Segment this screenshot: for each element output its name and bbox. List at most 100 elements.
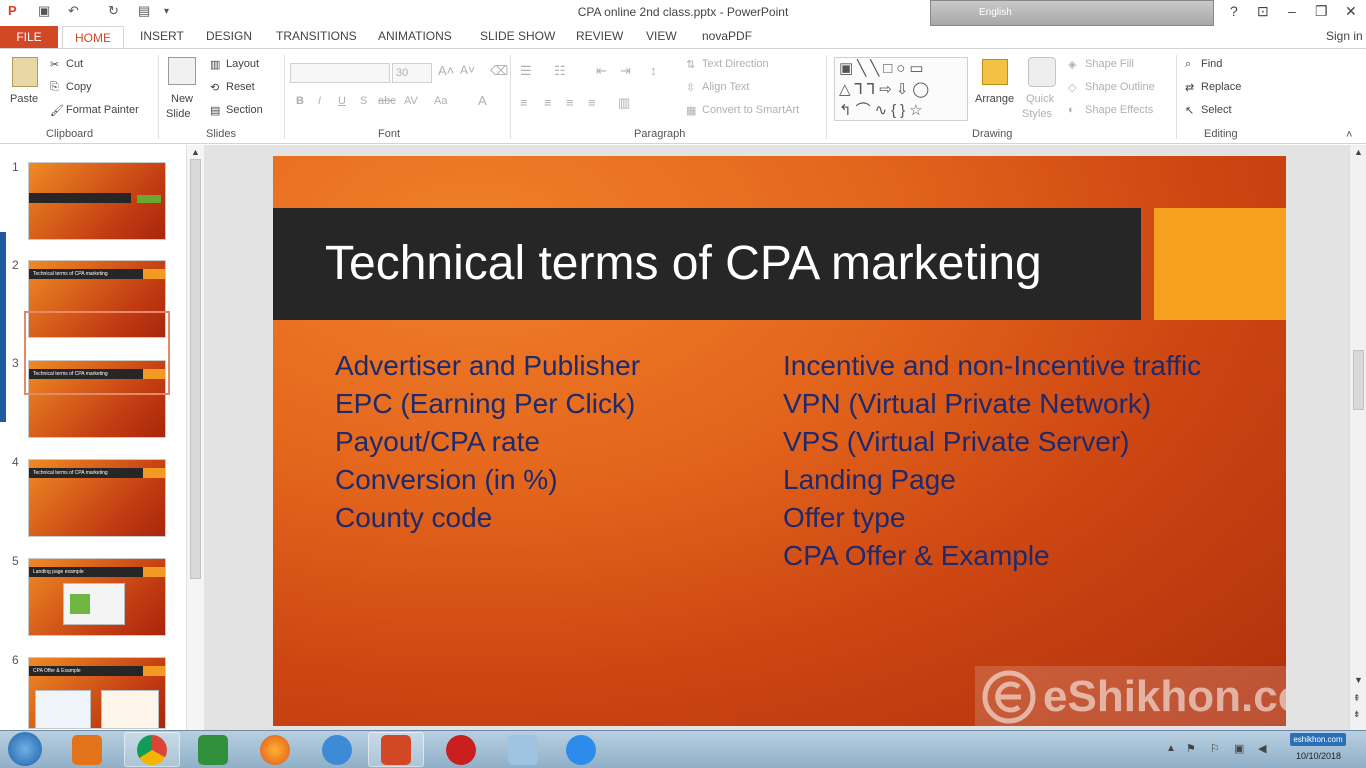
shrink-font-icon[interactable]: A˅: [460, 63, 475, 77]
justify-icon[interactable]: ≡: [588, 95, 596, 110]
increase-indent-icon[interactable]: ⇥: [620, 63, 631, 79]
slide-title[interactable]: Technical terms of CPA marketing: [325, 236, 1042, 291]
copy-button[interactable]: Copy: [66, 81, 92, 93]
restore-icon[interactable]: ❐: [1315, 3, 1328, 20]
taskbar-date[interactable]: 10/10/2018: [1296, 751, 1341, 761]
scrollbar-thumb[interactable]: [1353, 350, 1364, 410]
bullet-left-3[interactable]: Payout/CPA rate: [335, 426, 540, 458]
new-slide-label-1[interactable]: New: [171, 93, 193, 105]
align-text-icon[interactable]: ⇳: [686, 81, 695, 94]
smartart-icon[interactable]: ▦: [686, 104, 696, 117]
next-slide-icon[interactable]: ⇟: [1353, 709, 1361, 720]
align-left-icon[interactable]: ≡: [520, 95, 528, 110]
tab-home[interactable]: HOME: [62, 26, 124, 50]
find-button[interactable]: Find: [1201, 58, 1222, 70]
bullet-left-5[interactable]: County code: [335, 502, 492, 534]
new-slide-label-2[interactable]: Slide: [166, 108, 190, 120]
tab-slide-show[interactable]: SLIDE SHOW: [480, 29, 555, 43]
close-icon[interactable]: ✕: [1345, 3, 1357, 20]
columns-icon[interactable]: ▥: [618, 95, 630, 111]
layout-icon[interactable]: ▥: [210, 58, 220, 71]
tab-review[interactable]: REVIEW: [576, 29, 623, 43]
internet-explorer-icon[interactable]: [322, 735, 352, 765]
paste-icon[interactable]: [12, 57, 38, 87]
shape-outline-button[interactable]: Shape Outline: [1085, 81, 1155, 93]
powerpoint-taskbar-icon[interactable]: [381, 735, 411, 765]
ribbon-display-icon[interactable]: ⊡: [1257, 3, 1269, 20]
copy-icon[interactable]: ⎘: [50, 81, 59, 94]
layout-button[interactable]: Layout: [226, 58, 259, 70]
start-button-icon[interactable]: [8, 732, 42, 766]
align-right-icon[interactable]: ≡: [566, 95, 574, 110]
grow-font-icon[interactable]: A˄: [438, 63, 454, 78]
tab-insert[interactable]: INSERT: [140, 29, 184, 43]
bullet-left-1[interactable]: Advertiser and Publisher: [335, 350, 640, 382]
decrease-indent-icon[interactable]: ⇤: [596, 63, 607, 79]
underline-icon[interactable]: U: [338, 95, 346, 107]
tab-design[interactable]: DESIGN: [206, 29, 252, 43]
bullet-left-4[interactable]: Conversion (in %): [335, 464, 558, 496]
convert-smartart-button[interactable]: Convert to SmartArt: [702, 104, 799, 116]
slide-thumbnail-6[interactable]: CPA Offer & Example: [28, 657, 166, 729]
scroll-up-icon[interactable]: ▲: [1354, 147, 1363, 157]
new-slide-icon[interactable]: [168, 57, 196, 85]
bullet-right-6[interactable]: CPA Offer & Example: [783, 540, 1050, 572]
previous-slide-icon[interactable]: ⇞: [1353, 693, 1361, 704]
reset-button[interactable]: Reset: [226, 81, 255, 93]
arrange-button[interactable]: Arrange: [975, 93, 1014, 105]
app-icon[interactable]: [446, 735, 476, 765]
scroll-down-icon[interactable]: ▼: [1354, 675, 1363, 685]
tab-transitions[interactable]: TRANSITIONS: [276, 29, 357, 43]
find-icon[interactable]: ⌕: [1185, 58, 1191, 71]
font-size-field[interactable]: 30: [392, 63, 432, 83]
slide-thumbnail-5[interactable]: Landing page example: [28, 558, 166, 636]
change-case-icon[interactable]: Aa: [434, 95, 447, 107]
side-panel-tab[interactable]: [0, 232, 6, 422]
tray-arrow-icon[interactable]: ▲: [1166, 743, 1176, 754]
bullets-icon[interactable]: ☰: [520, 63, 532, 79]
cut-icon[interactable]: ✂: [50, 58, 59, 71]
replace-button[interactable]: Replace: [1201, 81, 1241, 93]
clear-formatting-icon[interactable]: ⌫: [490, 63, 508, 79]
scrollbar-thumb[interactable]: [190, 159, 201, 579]
camtasia-icon[interactable]: [198, 735, 228, 765]
font-name-field[interactable]: [290, 63, 390, 83]
select-icon[interactable]: ↖: [1185, 104, 1194, 117]
bold-icon[interactable]: B: [296, 95, 304, 107]
app-icon[interactable]: [508, 735, 538, 765]
cut-button[interactable]: Cut: [66, 58, 83, 70]
bullet-left-2[interactable]: EPC (Earning Per Click): [335, 388, 635, 420]
bullet-right-1[interactable]: Incentive and non-Incentive traffic: [783, 350, 1201, 382]
help-button[interactable]: ?: [1230, 3, 1238, 19]
text-direction-icon[interactable]: ⇅: [686, 58, 695, 71]
minimize-icon[interactable]: –: [1288, 3, 1296, 19]
shape-effects-icon[interactable]: ◐: [1068, 104, 1075, 116]
tab-novapdf[interactable]: novaPDF: [702, 29, 752, 43]
section-button[interactable]: Section: [226, 104, 263, 116]
current-slide[interactable]: Technical terms of CPA marketing Adverti…: [273, 156, 1286, 726]
scroll-up-icon[interactable]: ▲: [191, 147, 200, 157]
device-icon[interactable]: ▣: [1234, 742, 1244, 755]
language-bar[interactable]: English: [930, 0, 1214, 26]
numbering-icon[interactable]: ☷: [554, 63, 566, 79]
shape-fill-button[interactable]: Shape Fill: [1085, 58, 1134, 70]
character-spacing-icon[interactable]: AV: [404, 95, 418, 107]
collapse-ribbon-icon[interactable]: ˄: [1346, 129, 1352, 141]
font-color-icon[interactable]: A: [478, 93, 487, 108]
text-direction-button[interactable]: Text Direction: [702, 58, 769, 70]
strikethrough-icon[interactable]: abc: [378, 95, 396, 107]
zoom-icon[interactable]: [566, 735, 596, 765]
sign-in-link[interactable]: Sign in: [1326, 29, 1363, 43]
slide-scrollbar[interactable]: ▲ ▼ ⇞ ⇟: [1349, 145, 1366, 730]
firefox-icon[interactable]: [260, 735, 290, 765]
section-icon[interactable]: ▤: [210, 104, 220, 117]
select-button[interactable]: Select: [1201, 104, 1232, 116]
tab-file[interactable]: FILE: [0, 26, 58, 48]
quick-styles-label-1[interactable]: Quick: [1026, 93, 1054, 105]
network-icon[interactable]: ⚑: [1186, 742, 1196, 755]
shape-fill-icon[interactable]: ◈: [1068, 58, 1076, 71]
tab-view[interactable]: VIEW: [646, 29, 677, 43]
shadow-icon[interactable]: S: [360, 95, 367, 107]
format-painter-icon[interactable]: 🖌: [50, 104, 64, 117]
bullet-right-2[interactable]: VPN (Virtual Private Network): [783, 388, 1151, 420]
